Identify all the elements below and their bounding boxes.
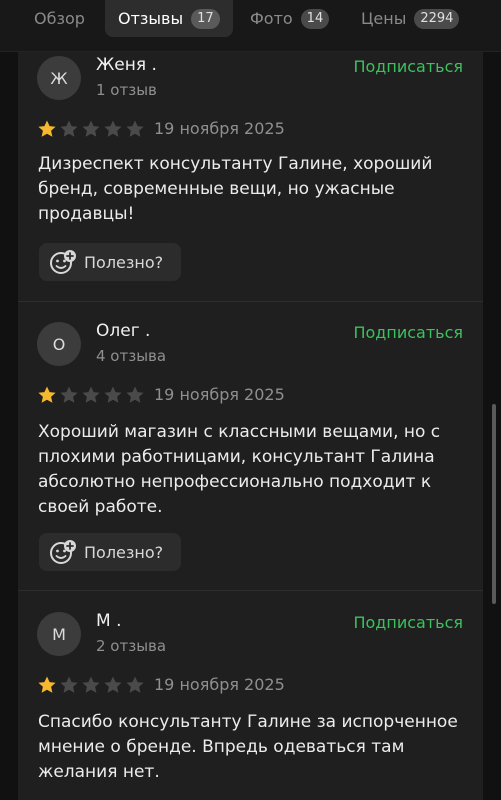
tab-label: Фото: [250, 9, 293, 28]
subscribe-button[interactable]: Подписаться: [353, 323, 463, 342]
star-empty-icon: [60, 386, 78, 403]
review-date: 19 ноября 2025: [154, 119, 285, 138]
tab-bar: Обзор Отзывы 17 Фото 14 Цены 2294: [0, 0, 501, 52]
avatar[interactable]: Ж: [37, 56, 81, 100]
review-text: Хороший магазин с классными вещами, но с…: [38, 422, 441, 517]
tab-count-badge: 17: [191, 8, 220, 29]
tab-photos[interactable]: Фото 14: [250, 0, 330, 37]
author-review-count: 1 отзыв: [96, 81, 157, 99]
subscribe-button[interactable]: Подписаться: [353, 57, 463, 76]
star-filled-icon: [38, 386, 56, 403]
star-empty-icon: [82, 676, 100, 693]
avatar-initial: Ж: [50, 68, 68, 88]
rating-stars: [37, 385, 145, 405]
star-empty-icon: [104, 676, 122, 693]
author-name[interactable]: Олег .: [96, 321, 150, 341]
smiley-plus-icon: [50, 250, 76, 274]
star-empty-icon: [126, 120, 144, 137]
author-review-count: 4 отзыва: [96, 347, 167, 365]
rating-stars: [37, 119, 145, 139]
star-empty-icon: [82, 386, 100, 403]
useful-label: Полезно?: [84, 542, 164, 562]
divider: [18, 590, 483, 591]
review-date: 19 ноября 2025: [154, 385, 285, 404]
avatar-initial: О: [52, 334, 66, 354]
review-text: Спасибо консультанту Галине за испорченн…: [38, 712, 458, 782]
rating-stars: [37, 675, 145, 695]
smiley-plus-icon: [50, 540, 76, 564]
divider: [18, 301, 483, 302]
star-empty-icon: [126, 676, 144, 693]
star-empty-icon: [104, 120, 122, 137]
tab-overview[interactable]: Обзор: [34, 0, 85, 37]
tab-reviews[interactable]: Отзывы 17: [105, 0, 233, 37]
star-filled-icon: [38, 120, 56, 137]
author-review-count: 2 отзыва: [96, 637, 167, 655]
avatar-initial: М: [52, 624, 66, 644]
tab-label: Обзор: [34, 9, 85, 28]
avatar[interactable]: М: [37, 612, 81, 656]
tab-prices[interactable]: Цены 2294: [361, 0, 460, 37]
star-empty-icon: [60, 120, 78, 137]
useful-button[interactable]: Полезно?: [39, 533, 181, 571]
useful-label: Полезно?: [84, 252, 164, 272]
tab-label: Отзывы: [118, 9, 184, 28]
star-empty-icon: [126, 386, 144, 403]
star-filled-icon: [38, 676, 56, 693]
scrollbar[interactable]: [492, 404, 496, 604]
avatar[interactable]: О: [37, 322, 81, 366]
star-empty-icon: [82, 120, 100, 137]
author-name[interactable]: М .: [96, 611, 121, 631]
review-card: О Олег . 4 отзыва Подписаться 19 ноября …: [18, 318, 483, 588]
tab-label: Цены: [361, 9, 407, 28]
useful-button[interactable]: Полезно?: [39, 243, 181, 281]
star-empty-icon: [104, 386, 122, 403]
review-text: Дизреспект консультанту Галине, хороший …: [38, 154, 433, 224]
reviews-list: Ж Женя . 1 отзыв Подписаться 19 ноября 2…: [18, 52, 483, 800]
author-name[interactable]: Женя .: [96, 55, 157, 75]
star-empty-icon: [60, 676, 78, 693]
tab-count-badge: 2294: [414, 8, 460, 29]
subscribe-button[interactable]: Подписаться: [353, 613, 463, 632]
review-card: М М . 2 отзыва Подписаться 19 ноября 202…: [18, 608, 483, 800]
tab-count-badge: 14: [300, 8, 330, 29]
review-date: 19 ноября 2025: [154, 675, 285, 694]
review-card: Ж Женя . 1 отзыв Подписаться 19 ноября 2…: [18, 52, 483, 301]
